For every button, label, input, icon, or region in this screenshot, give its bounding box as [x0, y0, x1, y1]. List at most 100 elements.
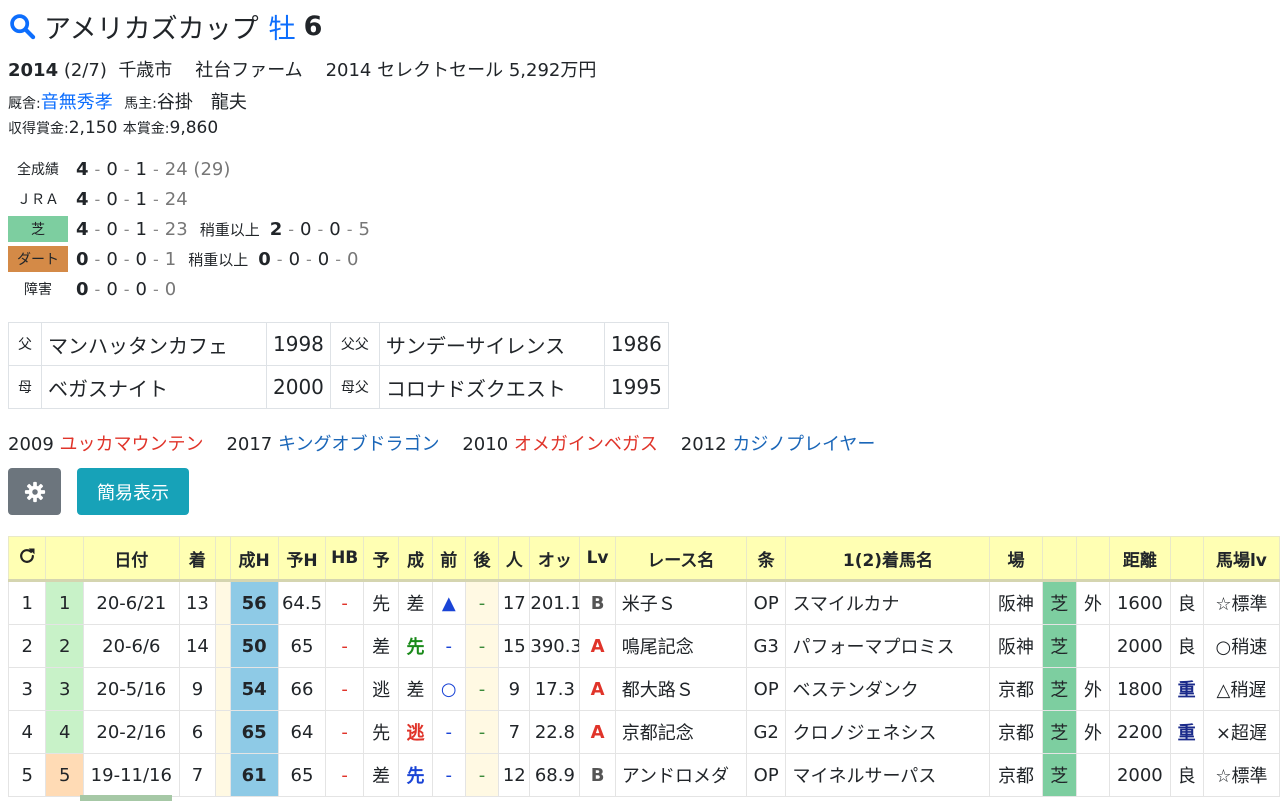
col-header-front[interactable]: 前 — [431, 536, 466, 582]
pred-style: 逃 — [362, 667, 400, 711]
col-header-winner[interactable]: 1(2)着馬名 — [785, 536, 991, 582]
record-win: 4 — [76, 218, 89, 240]
row-index: 4 — [45, 710, 84, 754]
table-row[interactable]: 3 3 20-5/16 9 54 66 - 逃 差 ○ - 9 17.3 A 都… — [7, 667, 1280, 711]
race-class: G3 — [745, 624, 787, 668]
race-level: A — [579, 667, 616, 711]
col-header-back[interactable]: 後 — [464, 536, 500, 582]
sibling-year: 2017 — [226, 434, 273, 455]
record-other: 23 — [164, 218, 188, 240]
row-index: 5 — [45, 753, 84, 797]
race-date: 20-2/16 — [82, 710, 180, 754]
result-h: 56 — [229, 580, 279, 625]
result-style: 逃 — [398, 710, 433, 754]
earn-label-1: 収得賞金: — [8, 121, 69, 137]
race-name-link[interactable]: アンドロメダ — [614, 753, 747, 797]
col-header-going-level[interactable]: 馬場lv — [1202, 536, 1280, 582]
course-side: 外 — [1075, 580, 1111, 625]
dam-sire-name[interactable]: コロナドズクエスト — [378, 365, 605, 409]
sibling-link[interactable]: オメガインベガス — [514, 434, 658, 455]
race-name-link[interactable]: 京都記念 — [614, 710, 747, 754]
sire-sire-name[interactable]: サンデーサイレンス — [378, 322, 605, 366]
record-win: 0 — [76, 248, 89, 270]
race-class: OP — [745, 667, 787, 711]
race-date: 19-11/16 — [82, 753, 180, 797]
back-mark: - — [464, 710, 500, 754]
col-header-hb[interactable]: HB — [325, 536, 364, 582]
col-header-odds[interactable]: オッ — [529, 536, 581, 582]
race-name-link[interactable]: 鳴尾記念 — [614, 624, 747, 668]
col-header-class[interactable]: 条 — [745, 536, 787, 582]
going-level: ×超遅 — [1202, 710, 1280, 754]
col-header-pred[interactable]: 予 — [362, 536, 400, 582]
settings-button[interactable] — [8, 468, 61, 515]
finish-rank: 9 — [178, 667, 217, 711]
hb-cell: - — [325, 710, 364, 754]
sire-name[interactable]: マンハッタンカフェ — [41, 322, 267, 366]
pred-style: 先 — [362, 710, 400, 754]
col-header-distance[interactable]: 距離 — [1109, 536, 1171, 582]
hb-cell: - — [325, 624, 364, 668]
distance: 1800 — [1109, 667, 1171, 711]
simple-view-button[interactable]: 簡易表示 — [77, 468, 189, 515]
surface: 芝 — [1041, 580, 1077, 625]
race-date: 20-5/16 — [82, 667, 180, 711]
col-header-date[interactable]: 日付 — [82, 536, 180, 582]
reload-header[interactable] — [7, 536, 47, 582]
race-class: OP — [745, 580, 787, 625]
table-row[interactable]: 2 2 20-6/6 14 50 65 - 差 先 - - 15 390.3 A… — [7, 624, 1280, 668]
race-name-link[interactable]: 都大路Ｓ — [614, 667, 747, 711]
col-header-pred-h[interactable]: 予H — [277, 536, 327, 582]
table-row[interactable]: 1 1 20-6/21 13 56 64.5 - 先 差 ▲ - 17 201.… — [7, 580, 1280, 625]
stable-owner: 厩舎:音無秀孝 馬主:谷掛 龍夫 — [8, 88, 247, 114]
table-row[interactable]: 4 4 20-2/16 6 65 64 - 先 逃 - - 7 22.8 A 京… — [7, 710, 1280, 754]
search-icon[interactable] — [8, 12, 36, 40]
sibling-link[interactable]: カジノプレイヤー — [732, 434, 875, 455]
winner-name-link[interactable]: マイネルサーパス — [785, 753, 991, 797]
hb-cell: - — [325, 667, 364, 711]
row-index: 1 — [45, 580, 84, 625]
breeder: 社台ファーム — [195, 60, 303, 81]
refresh-icon[interactable] — [17, 546, 37, 566]
dam-sire-year: 1995 — [603, 365, 669, 409]
spacer-cell — [215, 624, 231, 668]
winner-name-link[interactable]: クロノジェネシス — [785, 710, 991, 754]
col-header-level[interactable]: Lv — [579, 536, 616, 582]
col-header-race-name[interactable]: レース名 — [614, 536, 747, 582]
front-mark: ○ — [431, 667, 466, 711]
col-header-result[interactable]: 成 — [398, 536, 433, 582]
table-header: 日付 着 成H 予H HB 予 成 前 後 人 オッ Lv レース名 条 1(2… — [7, 536, 1280, 582]
winner-name-link[interactable]: スマイルカナ — [785, 580, 991, 625]
record-other: 24 — [164, 188, 188, 210]
race-name-link[interactable]: 米子Ｓ — [614, 580, 747, 625]
winner-name-link[interactable]: パフォーマプロミス — [785, 624, 991, 668]
record-second: 0 — [106, 218, 118, 240]
winner-name-link[interactable]: ベステンダンク — [785, 667, 991, 711]
odds: 68.9 — [529, 753, 581, 797]
col-header-track[interactable]: 場 — [989, 536, 1043, 582]
result-style: 先 — [398, 753, 433, 797]
front-mark: ▲ — [431, 580, 466, 625]
record-dirt: ダート 0- 0- 0- 1 稍重以上 0- 0- 0- 0 — [8, 245, 608, 273]
sibling-link[interactable]: ユッカマウンテン — [60, 434, 204, 455]
course-side: 外 — [1075, 710, 1111, 754]
col-header-popularity[interactable]: 人 — [498, 536, 531, 582]
col-header-result-h[interactable]: 成H — [229, 536, 279, 582]
popularity: 12 — [498, 753, 531, 797]
birth-date: (2/7) — [58, 60, 107, 81]
dam-name[interactable]: ベガスナイト — [41, 365, 267, 409]
sibling-link[interactable]: キングオブドラゴン — [278, 434, 439, 455]
col-header — [1169, 536, 1204, 582]
row-number: 1 — [7, 580, 47, 625]
stable-link[interactable]: 音無秀孝 — [41, 92, 113, 113]
record-label: 障害 — [24, 282, 52, 298]
siblings-list: 2009 ユッカマウンテン 2017 キングオブドラゴン 2010 オメガインベ… — [8, 430, 875, 456]
col-header-rank[interactable]: 着 — [178, 536, 217, 582]
row-number: 3 — [7, 667, 47, 711]
table-row[interactable]: 5 5 19-11/16 7 61 65 - 差 先 - - 12 68.9 B… — [7, 753, 1280, 797]
result-h: 54 — [229, 667, 279, 711]
race-date: 20-6/21 — [82, 580, 180, 625]
record-second: 0 — [106, 188, 118, 210]
pred-h: 64 — [277, 710, 327, 754]
pred-h: 64.5 — [277, 580, 327, 625]
